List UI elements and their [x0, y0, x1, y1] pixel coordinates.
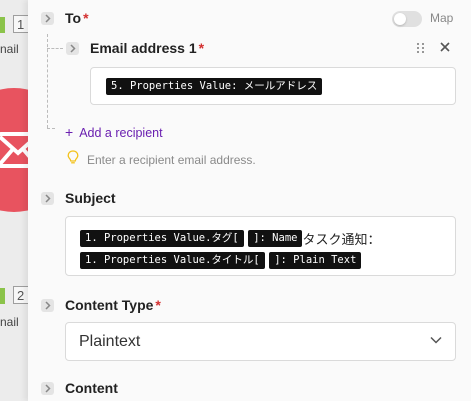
toggle-knob	[394, 13, 406, 25]
email-module-node[interactable]	[0, 88, 28, 212]
recipient-expand-toggle[interactable]	[66, 42, 79, 55]
module-settings-panel: To * Map Email address 1 * 5. Properties V…	[28, 0, 471, 401]
mapped-value-token[interactable]: ]: Name	[248, 230, 303, 247]
content-expand-toggle[interactable]	[41, 382, 54, 395]
recipient-hint: Enter a recipient email address.	[87, 153, 256, 167]
to-label: To *	[65, 10, 89, 26]
chevron-right-icon	[45, 384, 51, 393]
mapped-value-token[interactable]: 1. Properties Value.タイトル[	[80, 252, 265, 270]
drag-handle-icon[interactable]	[416, 42, 426, 54]
email-address-input[interactable]: 5. Properties Value: メールアドレス	[90, 67, 456, 105]
chevron-right-icon	[45, 14, 51, 23]
map-toggle[interactable]	[392, 11, 422, 27]
module-label: nail	[0, 42, 19, 56]
email-address-label: Email address 1 *	[90, 40, 205, 56]
content-type-expand-toggle[interactable]	[41, 299, 54, 312]
lightbulb-icon	[67, 150, 79, 164]
chevron-right-icon	[45, 194, 51, 203]
tree-connector	[47, 128, 55, 129]
to-expand-toggle[interactable]	[41, 12, 54, 25]
envelope-icon	[0, 132, 28, 168]
mapped-value-token[interactable]: ]: Plain Text	[269, 252, 362, 270]
subject-input[interactable]: 1. Properties Value.タグ[ ]: Name タスク通知： 1.…	[65, 216, 456, 276]
module-label: nail	[0, 315, 19, 329]
close-icon[interactable]	[439, 41, 451, 53]
subject-text: タスク通知：	[302, 232, 381, 247]
map-label: Map	[430, 11, 454, 25]
module-number: 1	[13, 15, 28, 33]
required-mark: *	[155, 297, 161, 313]
chevron-right-icon	[45, 301, 51, 310]
content-type-select[interactable]: Plaintext	[65, 322, 456, 361]
mapped-value-token[interactable]: 1. Properties Value.タグ[	[80, 230, 244, 247]
module-badge-2: 2	[0, 286, 28, 306]
module-number: 2	[13, 286, 28, 304]
plus-icon: +	[65, 124, 74, 140]
content-type-label: Content Type *	[65, 297, 161, 313]
scenario-canvas[interactable]: 1 nail 2 nail	[0, 0, 28, 401]
module-badge-1: 1	[0, 15, 28, 35]
subject-expand-toggle[interactable]	[41, 192, 54, 205]
content-type-value: Plaintext	[79, 333, 141, 350]
chevron-down-icon	[430, 336, 442, 344]
chevron-right-icon	[70, 44, 76, 53]
add-recipient-button[interactable]: + Add a recipient	[65, 124, 163, 140]
mapped-value-token[interactable]: 5. Properties Value: メールアドレス	[106, 78, 323, 96]
content-label: Content	[65, 380, 118, 396]
subject-label: Subject	[65, 190, 116, 206]
required-mark: *	[198, 40, 205, 56]
tree-connector	[47, 48, 63, 49]
required-mark: *	[83, 10, 89, 26]
